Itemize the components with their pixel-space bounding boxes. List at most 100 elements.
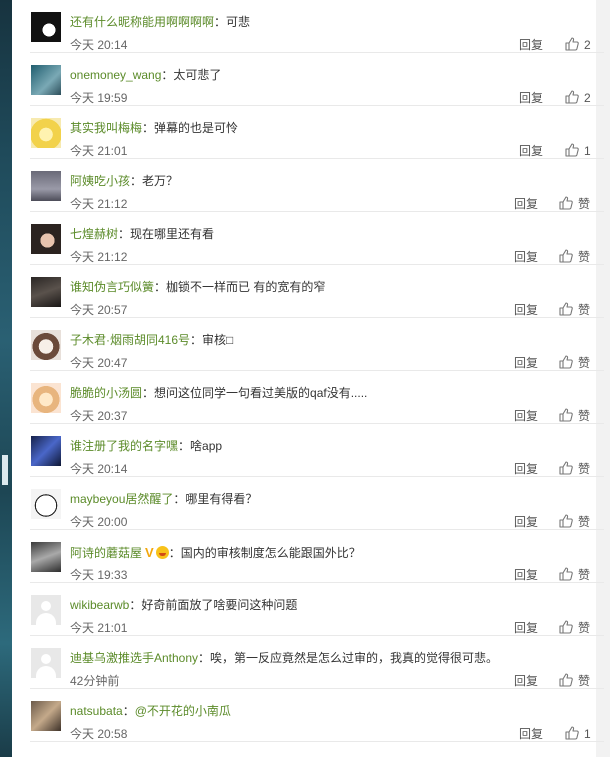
like-thumb-icon[interactable] bbox=[558, 195, 574, 211]
avatar[interactable] bbox=[31, 701, 61, 731]
username-link[interactable]: 阿诗的蘑菇屋 bbox=[70, 546, 142, 560]
username-link[interactable]: maybeyou居然醒了 bbox=[70, 492, 173, 506]
comment-row: 子木君·烟雨胡同416号：审核□ 今天 20:47 回复 赞 bbox=[30, 318, 604, 371]
username-link[interactable]: 还有什么昵称能用啊啊啊啊 bbox=[70, 15, 214, 29]
username-link[interactable]: 谁注册了我的名字嘿 bbox=[70, 439, 178, 453]
reply-button[interactable]: 回复 bbox=[514, 674, 538, 688]
comment-row: onemoney_wang：太可悲了 今天 19:59 回复 2 bbox=[30, 53, 604, 106]
comment-row: 阿诗的蘑菇屋 V ：国内的审核制度怎么能跟国外比？ 今天 19:33 回复 赞 bbox=[30, 530, 604, 583]
like-count[interactable]: 赞 bbox=[578, 356, 590, 370]
like-count[interactable]: 赞 bbox=[578, 674, 590, 688]
like-count[interactable]: 2 bbox=[584, 91, 591, 105]
like-count[interactable]: 1 bbox=[584, 144, 591, 158]
reply-button[interactable]: 回复 bbox=[514, 462, 538, 476]
like-thumb-icon[interactable] bbox=[558, 566, 574, 582]
comment-text: ：哪里有得看？ bbox=[173, 492, 258, 506]
like-count[interactable]: 1 bbox=[584, 727, 591, 741]
reply-button[interactable]: 回复 bbox=[514, 356, 538, 370]
comment-time: 今天 20:14 bbox=[70, 38, 128, 52]
comment-row: 谁知伪言巧似簧：枷锁不一样而已 有的宽有的窄 今天 20:57 回复 赞 bbox=[30, 265, 604, 318]
username-link[interactable]: onemoney_wang bbox=[70, 68, 161, 82]
like-thumb-icon[interactable] bbox=[564, 725, 580, 741]
reply-button[interactable]: 回复 bbox=[519, 727, 543, 741]
reply-button[interactable]: 回复 bbox=[514, 197, 538, 211]
avatar[interactable] bbox=[31, 489, 61, 519]
like-thumb-icon[interactable] bbox=[558, 407, 574, 423]
username-link[interactable]: 迪基乌激推选手Anthony bbox=[70, 651, 198, 665]
like-count[interactable]: 赞 bbox=[578, 197, 590, 211]
like-count[interactable]: 赞 bbox=[578, 462, 590, 476]
avatar[interactable] bbox=[31, 383, 61, 413]
avatar[interactable] bbox=[31, 595, 61, 625]
like-thumb-icon[interactable] bbox=[558, 672, 574, 688]
reply-button[interactable]: 回复 bbox=[519, 144, 543, 158]
comment-text: ：唉，第一反应竟然是怎么过审的，我真的觉得很可悲。 bbox=[198, 651, 499, 665]
reply-button[interactable]: 回复 bbox=[514, 568, 538, 582]
username-link[interactable]: 子木君·烟雨胡同416号 bbox=[70, 333, 190, 347]
like-count[interactable]: 赞 bbox=[578, 409, 590, 423]
reply-button[interactable]: 回复 bbox=[514, 409, 538, 423]
like-thumb-icon[interactable] bbox=[558, 248, 574, 264]
comment-text: ：想问这位同学一句看过美版的qaf没有..... bbox=[142, 386, 368, 400]
username-link[interactable]: 谁知伪言巧似簧 bbox=[70, 280, 154, 294]
avatar[interactable] bbox=[31, 12, 61, 42]
like-thumb-icon[interactable] bbox=[558, 460, 574, 476]
avatar[interactable] bbox=[31, 330, 61, 360]
username-link[interactable]: 阿姨吃小孩 bbox=[70, 174, 130, 188]
reply-button[interactable]: 回复 bbox=[514, 303, 538, 317]
like-count[interactable]: 赞 bbox=[578, 303, 590, 317]
comment-time: 今天 20:00 bbox=[70, 515, 128, 529]
avatar[interactable] bbox=[31, 542, 61, 572]
reply-button[interactable]: 回复 bbox=[514, 515, 538, 529]
username-link[interactable]: 七煌赫树 bbox=[70, 227, 118, 241]
username-link[interactable]: 其实我叫梅梅 bbox=[70, 121, 142, 135]
comment-time: 今天 20:57 bbox=[70, 303, 128, 317]
like-thumb-icon[interactable] bbox=[558, 513, 574, 529]
comment-text: ： bbox=[122, 704, 135, 718]
comment-line: 还有什么昵称能用啊啊啊啊：可悲 bbox=[70, 15, 250, 30]
username-link[interactable]: wikibearwb bbox=[70, 598, 129, 612]
comment-line: onemoney_wang：太可悲了 bbox=[70, 68, 221, 83]
like-thumb-icon[interactable] bbox=[558, 301, 574, 317]
like-thumb-icon[interactable] bbox=[558, 354, 574, 370]
like-count[interactable]: 赞 bbox=[578, 621, 590, 635]
comment-line: 阿姨吃小孩：老万？ bbox=[70, 174, 178, 189]
avatar[interactable] bbox=[31, 224, 61, 254]
reply-button[interactable]: 回复 bbox=[519, 38, 543, 52]
like-count[interactable]: 赞 bbox=[578, 250, 590, 264]
comment-line: 子木君·烟雨胡同416号：审核□ bbox=[70, 333, 233, 348]
avatar[interactable] bbox=[31, 648, 61, 678]
avatar[interactable] bbox=[31, 277, 61, 307]
mention-link[interactable]: @不开花的小南瓜 bbox=[135, 704, 231, 718]
username-link[interactable]: 脆脆的小汤圆 bbox=[70, 386, 142, 400]
avatar[interactable] bbox=[31, 436, 61, 466]
background-left-image bbox=[0, 0, 12, 757]
like-thumb-icon[interactable] bbox=[564, 36, 580, 52]
like-thumb-icon[interactable] bbox=[558, 619, 574, 635]
like-count[interactable]: 赞 bbox=[578, 568, 590, 582]
reply-button[interactable]: 回复 bbox=[514, 621, 538, 635]
avatar[interactable] bbox=[31, 118, 61, 148]
reply-button[interactable]: 回复 bbox=[514, 250, 538, 264]
comment-text: ：现在哪里还有看 bbox=[118, 227, 215, 241]
reply-button[interactable]: 回复 bbox=[519, 91, 543, 105]
like-count[interactable]: 赞 bbox=[578, 515, 590, 529]
username-link[interactable]: natsubata bbox=[70, 704, 123, 718]
like-thumb-icon[interactable] bbox=[564, 89, 580, 105]
comment-time: 今天 19:59 bbox=[70, 91, 128, 105]
comment-time: 今天 21:01 bbox=[70, 621, 128, 635]
comment-row: 脆脆的小汤圆：想问这位同学一句看过美版的qaf没有..... 今天 20:37 回复… bbox=[30, 371, 604, 424]
comment-time: 今天 20:58 bbox=[70, 727, 128, 741]
avatar[interactable] bbox=[31, 65, 61, 95]
comment-text: ：老万？ bbox=[130, 174, 179, 188]
comment-line: 谁知伪言巧似簧：枷锁不一样而已 有的宽有的窄 bbox=[70, 280, 325, 295]
avatar[interactable] bbox=[31, 171, 61, 201]
comment-text: ：啥app bbox=[178, 439, 223, 453]
comment-line: 迪基乌激推选手Anthony：唉，第一反应竟然是怎么过审的，我真的觉得很可悲。 bbox=[70, 651, 498, 666]
comment-time: 今天 20:47 bbox=[70, 356, 128, 370]
like-thumb-icon[interactable] bbox=[564, 142, 580, 158]
comment-row: 谁注册了我的名字嘿：啥app 今天 20:14 回复 赞 bbox=[30, 424, 604, 477]
like-count[interactable]: 2 bbox=[584, 38, 591, 52]
comment-line: 七煌赫树：现在哪里还有看 bbox=[70, 227, 214, 242]
comment-row: 迪基乌激推选手Anthony：唉，第一反应竟然是怎么过审的，我真的觉得很可悲。 4… bbox=[30, 636, 604, 689]
